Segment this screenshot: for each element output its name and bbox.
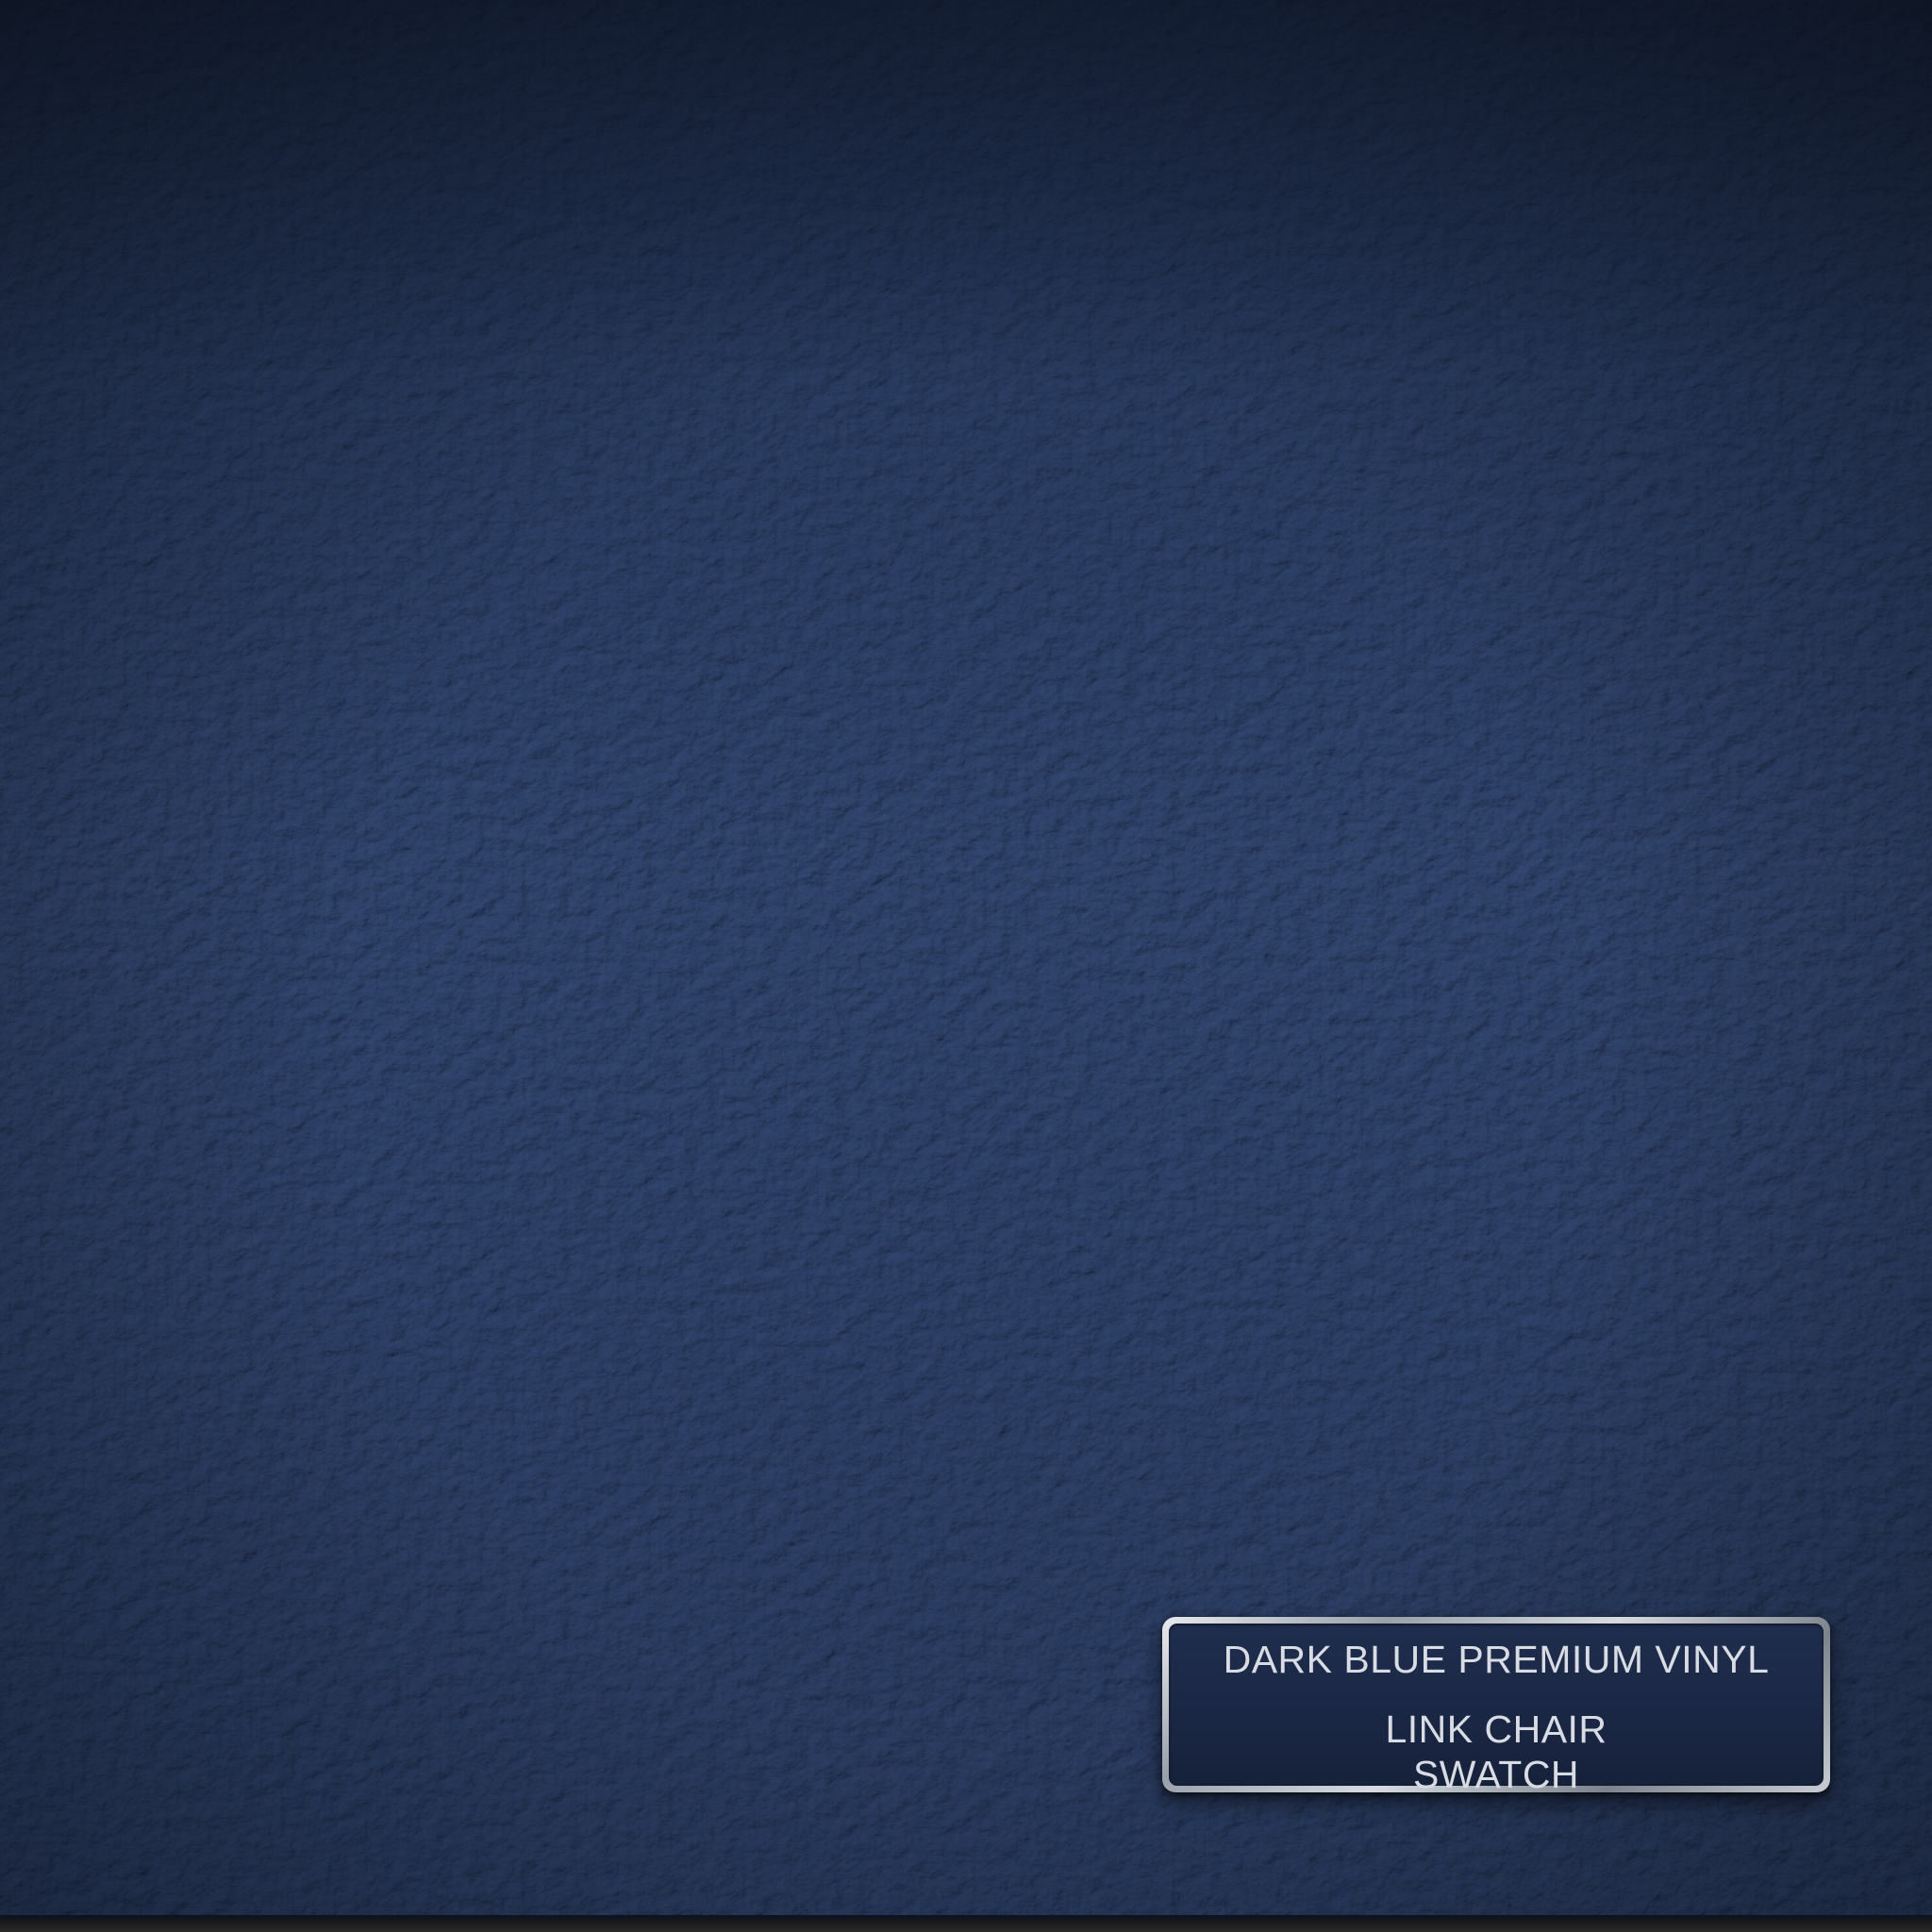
nameplate-line-2: SWATCH [1412, 1753, 1580, 1796]
nameplate-line-1: LINK CHAIR [1385, 1707, 1607, 1751]
nameplate: DARK BLUE PREMIUM VINYL LINK CHAIR SWATC… [1162, 1617, 1830, 1796]
nameplate-title: DARK BLUE PREMIUM VINYL [1223, 1638, 1770, 1681]
nameplate-face: DARK BLUE PREMIUM VINYL LINK CHAIR SWATC… [1169, 1624, 1824, 1796]
vinyl-swatch-photo: DARK BLUE PREMIUM VINYL LINK CHAIR SWATC… [0, 0, 1932, 1932]
swatch-bottom-edge [0, 1915, 1932, 1932]
